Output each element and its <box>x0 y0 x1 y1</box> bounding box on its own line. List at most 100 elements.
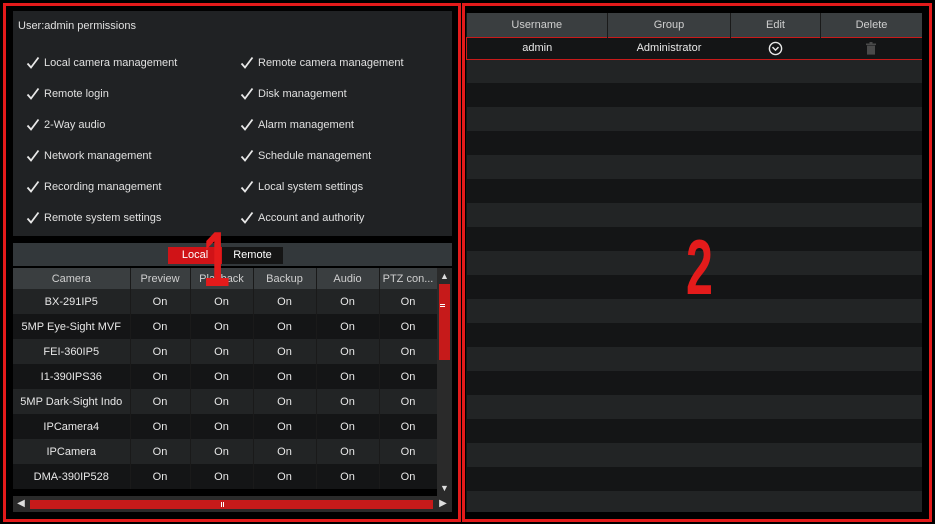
permission-value-cell[interactable]: On <box>130 289 191 314</box>
permission-value-cell[interactable]: On <box>130 414 191 439</box>
permission-value-cell[interactable]: On <box>316 289 380 314</box>
permission-value-cell[interactable]: On <box>130 464 191 489</box>
table-row[interactable]: 5MP Dark-Sight Indo On On On On On <box>13 389 438 414</box>
vertical-scroll-thumb[interactable] <box>439 284 450 360</box>
camera-column-header[interactable]: PTZ con... <box>379 268 438 289</box>
empty-cell <box>730 419 821 443</box>
empty-cell <box>820 107 922 131</box>
permission-value-cell[interactable]: On <box>316 389 380 414</box>
permission-value-cell[interactable]: On <box>130 389 191 414</box>
camera-table-horizontal-scrollbar[interactable]: ◀ ▶ <box>13 496 452 512</box>
tab-remote[interactable]: Remote <box>222 247 283 264</box>
permission-value-cell[interactable]: On <box>190 364 254 389</box>
permission-value-cell[interactable]: On <box>253 414 317 439</box>
permission-value-cell[interactable]: On <box>130 439 191 464</box>
table-row[interactable]: IPCamera On On On On On <box>13 439 438 464</box>
permission-value-cell[interactable]: On <box>253 464 317 489</box>
camera-column-header[interactable]: Camera <box>13 268 131 289</box>
permission-value-cell[interactable]: On <box>130 364 191 389</box>
checkmark-icon <box>26 56 40 69</box>
permission-value-cell[interactable]: On <box>253 364 317 389</box>
permission-value-cell[interactable]: On <box>316 414 380 439</box>
checkmark-icon <box>26 180 40 193</box>
permission-value-cell[interactable]: On <box>190 414 254 439</box>
permission-value-cell[interactable]: On <box>379 314 438 339</box>
permission-value-cell[interactable]: On <box>379 464 438 489</box>
users-column-header: Username <box>466 13 608 37</box>
permission-label: 2-Way audio <box>44 119 106 131</box>
empty-table-row <box>466 443 922 467</box>
empty-cell <box>820 419 922 443</box>
permission-value-cell[interactable]: On <box>379 439 438 464</box>
permission-value-cell[interactable]: On <box>379 339 438 364</box>
empty-table-row <box>466 467 922 491</box>
empty-cell <box>466 299 608 323</box>
permission-value-cell[interactable]: On <box>316 314 380 339</box>
empty-cell <box>466 227 608 251</box>
edit-icon[interactable] <box>768 41 783 56</box>
permission-value-cell[interactable]: On <box>379 289 438 314</box>
empty-cell <box>730 347 821 371</box>
permission-value-cell[interactable]: On <box>190 314 254 339</box>
permission-value-cell[interactable]: On <box>190 439 254 464</box>
scroll-down-icon[interactable]: ▼ <box>437 481 452 495</box>
table-row[interactable]: DMA-390IP528 On On On On On <box>13 464 438 489</box>
permission-item: 2-Way audio <box>26 118 105 132</box>
checkmark-icon <box>240 180 254 193</box>
permission-value-cell[interactable]: On <box>316 464 380 489</box>
scroll-right-icon[interactable]: ▶ <box>436 497 450 511</box>
permission-label: Alarm management <box>258 119 354 131</box>
camera-column-header[interactable]: Audio <box>316 268 380 289</box>
table-row[interactable]: IPCamera4 On On On On On <box>13 414 438 439</box>
camera-table-vertical-scrollbar[interactable]: ▲ ▼ <box>437 268 452 496</box>
permission-label: Remote camera management <box>258 57 404 69</box>
permission-value-cell[interactable]: On <box>253 289 317 314</box>
empty-cell <box>607 347 731 371</box>
empty-table-row <box>466 419 922 443</box>
permission-value-cell[interactable]: On <box>253 439 317 464</box>
permission-value-cell[interactable]: On <box>190 389 254 414</box>
horizontal-scroll-thumb[interactable] <box>30 500 433 509</box>
delete-cell <box>820 36 922 60</box>
empty-cell <box>466 107 608 131</box>
empty-cell <box>607 491 731 512</box>
empty-cell <box>607 179 731 203</box>
empty-cell <box>730 299 821 323</box>
permission-value-cell[interactable]: On <box>379 364 438 389</box>
permission-item: Remote camera management <box>240 56 404 70</box>
table-row[interactable]: I1-390IPS36 On On On On On <box>13 364 438 389</box>
empty-cell <box>466 275 608 299</box>
permission-value-cell[interactable]: On <box>130 314 191 339</box>
permission-value-cell[interactable]: On <box>316 439 380 464</box>
empty-cell <box>820 83 922 107</box>
permission-value-cell[interactable]: On <box>130 339 191 364</box>
table-row[interactable]: 5MP Eye-Sight MVF On On On On On <box>13 314 438 339</box>
permission-value-cell[interactable]: On <box>379 414 438 439</box>
empty-table-row <box>466 323 922 347</box>
permission-value-cell[interactable]: On <box>253 389 317 414</box>
permission-value-cell[interactable]: On <box>316 364 380 389</box>
empty-cell <box>820 467 922 491</box>
permission-value-cell[interactable]: On <box>253 339 317 364</box>
empty-cell <box>607 59 731 83</box>
scroll-left-icon[interactable]: ◀ <box>14 497 28 511</box>
empty-cell <box>820 299 922 323</box>
empty-cell <box>607 419 731 443</box>
camera-column-header[interactable]: Preview <box>130 268 191 289</box>
permission-value-cell[interactable]: On <box>253 314 317 339</box>
scroll-up-icon[interactable]: ▲ <box>437 269 452 283</box>
empty-table-row <box>466 83 922 107</box>
permission-value-cell[interactable]: On <box>190 464 254 489</box>
users-column-header: Delete <box>820 13 922 37</box>
camera-column-header[interactable]: Backup <box>253 268 317 289</box>
permission-value-cell[interactable]: On <box>316 339 380 364</box>
permission-value-cell[interactable]: On <box>379 389 438 414</box>
empty-cell <box>730 179 821 203</box>
horizontal-scroll-grip <box>221 502 222 507</box>
permission-value-cell[interactable]: On <box>190 339 254 364</box>
table-row[interactable]: FEI-360IP5 On On On On On <box>13 339 438 364</box>
trash-icon[interactable] <box>865 41 877 55</box>
empty-cell <box>466 467 608 491</box>
camera-name-cell: DMA-390IP528 <box>13 464 131 489</box>
table-row[interactable]: admin Administrator <box>466 36 922 60</box>
